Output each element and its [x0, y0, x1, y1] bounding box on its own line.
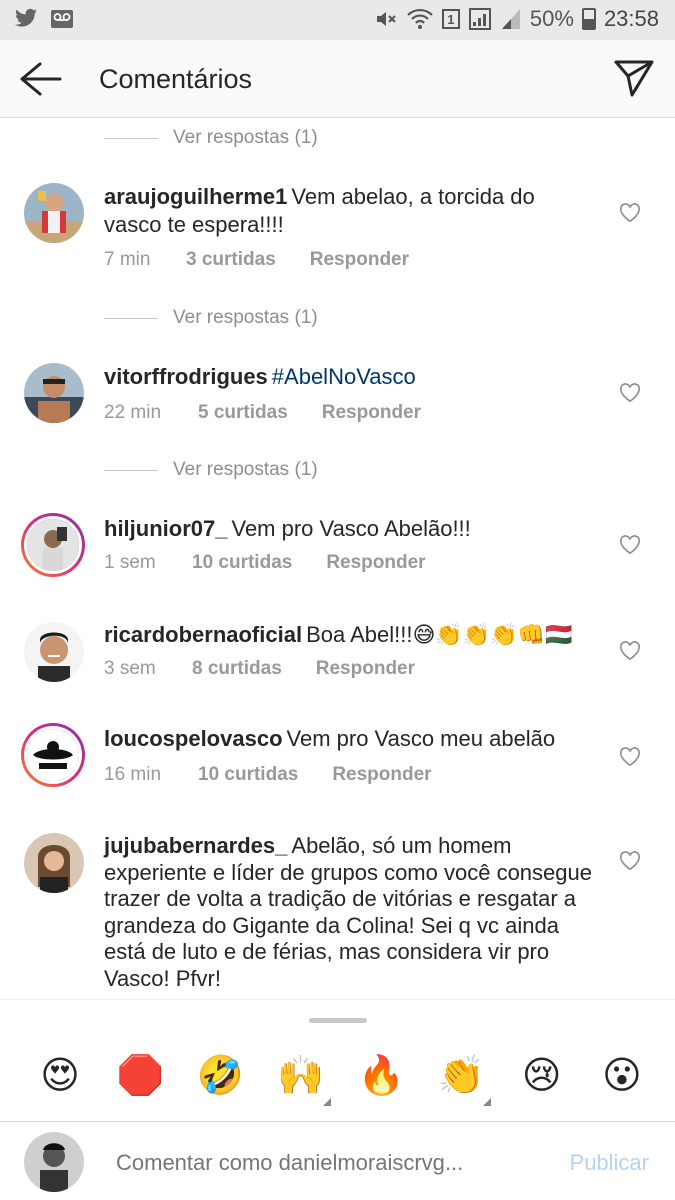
comment-text-block: araujoguilherme1 Vem abelao, a torcida do… [104, 183, 594, 239]
likes-count[interactable]: 3 curtidas [186, 249, 276, 271]
twitter-icon [15, 8, 37, 27]
heart-icon[interactable] [619, 383, 641, 403]
mute-icon [376, 12, 396, 26]
comments-list[interactable]: Ver respostas (1) araujoguilherme1 Vem ab… [0, 119, 675, 999]
emoji-raised-hands-glyph: 🙌 [277, 1055, 325, 1097]
avatar[interactable] [24, 833, 84, 893]
comment-meta: 22 min 5 curtidas Responder [104, 402, 421, 424]
clock: 23:58 [603, 6, 659, 31]
replies-divider [104, 137, 158, 139]
wifi-icon [407, 8, 433, 29]
signal-icon [468, 8, 491, 30]
likes-count[interactable]: 8 curtidas [192, 658, 282, 680]
compose-bar: Publicar [0, 1121, 675, 1200]
current-user-avatar [24, 1132, 84, 1192]
drag-handle[interactable] [309, 1018, 367, 1023]
comment-text: Vem pro Vasco meu abelão [286, 726, 556, 751]
heart-icon[interactable] [619, 641, 641, 661]
comment-text-block: ricardobernaoficial Boa Abel!!!😅👏👏👏👊🇭🇺 [104, 621, 594, 649]
replies-divider [104, 317, 158, 319]
emoji-clap[interactable]: 👏 [437, 1052, 492, 1106]
emoji-bar: 😍 🛑 🤣 🙌 🔥 👏 😢 😮 [0, 999, 675, 1121]
reply-button[interactable]: Responder [322, 402, 421, 424]
replies-divider [104, 469, 158, 471]
avatar[interactable] [24, 622, 84, 682]
avatar[interactable] [21, 513, 85, 577]
view-replies-label: Ver respostas (1) [173, 459, 318, 480]
comment-text: Vem pro Vasco Abelão!!! [231, 516, 471, 541]
sim-badge: 1 [441, 9, 460, 29]
reply-button[interactable]: Responder [316, 658, 415, 680]
page-title: Comentários [99, 64, 253, 94]
avatar[interactable] [21, 723, 85, 787]
comment-meta: 3 sem 8 curtidas Responder [104, 658, 415, 680]
skin-tone-indicator [483, 1098, 492, 1106]
comment-username[interactable]: araujoguilherme1 [104, 184, 287, 209]
comment-input[interactable] [116, 1150, 546, 1176]
comment-username[interactable]: hiljunior07_ [104, 516, 227, 541]
voicemail-icon [51, 10, 73, 28]
paper-plane-icon[interactable] [613, 58, 655, 98]
reply-button[interactable]: Responder [332, 764, 431, 786]
comment-text-block: vitorffrodrigues #AbelNoVasco [104, 363, 594, 391]
heart-icon[interactable] [619, 203, 641, 223]
view-replies[interactable]: Ver respostas (1) [104, 303, 318, 333]
comment-meta: 1 sem 10 curtidas Responder [104, 552, 426, 574]
publish-button[interactable]: Publicar [570, 1150, 649, 1176]
status-bar: 1 50% 23:58 [0, 0, 675, 40]
comment-time: 22 min [104, 402, 162, 423]
reply-button[interactable]: Responder [310, 249, 409, 271]
comment-time: 16 min [104, 764, 162, 785]
view-replies[interactable]: Ver respostas (1) [104, 455, 318, 485]
likes-count[interactable]: 10 curtidas [192, 552, 292, 574]
comment-text-block: hiljunior07_ Vem pro Vasco Abelão!!! [104, 515, 594, 543]
comment-username[interactable]: jujubabernardes_ [104, 833, 287, 858]
comment-text-block: loucospelovasco Vem pro Vasco meu abelão [104, 725, 594, 753]
comment-username[interactable]: loucospelovasco [104, 726, 283, 751]
heart-icon[interactable] [619, 535, 641, 555]
emoji-raised-hands[interactable]: 🙌 [277, 1052, 331, 1106]
battery-icon [581, 8, 596, 30]
comment-meta: 16 min 10 curtidas Responder [104, 764, 432, 786]
skin-tone-indicator [322, 1098, 331, 1106]
reply-button[interactable]: Responder [326, 552, 425, 574]
avatar[interactable] [24, 363, 84, 423]
battery-percent: 50% [529, 6, 574, 31]
likes-count[interactable]: 10 curtidas [198, 764, 298, 786]
comment-username[interactable]: ricardobernaoficial [104, 622, 302, 647]
comment-meta: 7 min 3 curtidas Responder [104, 249, 409, 271]
view-replies[interactable]: Ver respostas (1) [104, 123, 318, 153]
signal-icon [501, 9, 520, 29]
emoji-heart-eyes[interactable]: 😍 [36, 1052, 84, 1100]
avatar[interactable] [24, 183, 84, 243]
comment-text-block: jujubabernardes_ Abelão, só um homem expe… [104, 833, 599, 992]
comment-text: Boa Abel!!!😅👏👏👏👊🇭🇺 [306, 622, 573, 647]
comment-username[interactable]: vitorffrodrigues [104, 364, 268, 389]
heart-icon[interactable] [619, 851, 641, 871]
view-replies-label: Ver respostas (1) [173, 127, 318, 148]
emoji-stop-sign[interactable]: 🛑 [116, 1052, 164, 1100]
emoji-cry[interactable]: 😢 [518, 1052, 566, 1100]
header: Comentários [0, 40, 675, 118]
emoji-rofl[interactable]: 🤣 [197, 1052, 245, 1100]
emoji-fire[interactable]: 🔥 [357, 1052, 405, 1100]
comment-time: 1 sem [104, 552, 156, 573]
view-replies-label: Ver respostas (1) [173, 307, 318, 328]
comment-hashtag[interactable]: #AbelNoVasco [272, 364, 416, 389]
emoji-clap-glyph: 👏 [437, 1055, 486, 1097]
heart-icon[interactable] [619, 747, 641, 767]
comment-time: 3 sem [104, 658, 156, 679]
emoji-surprised[interactable]: 😮 [598, 1052, 646, 1100]
back-arrow-icon[interactable] [18, 60, 62, 98]
comment-time: 7 min [104, 249, 151, 270]
likes-count[interactable]: 5 curtidas [198, 402, 288, 424]
